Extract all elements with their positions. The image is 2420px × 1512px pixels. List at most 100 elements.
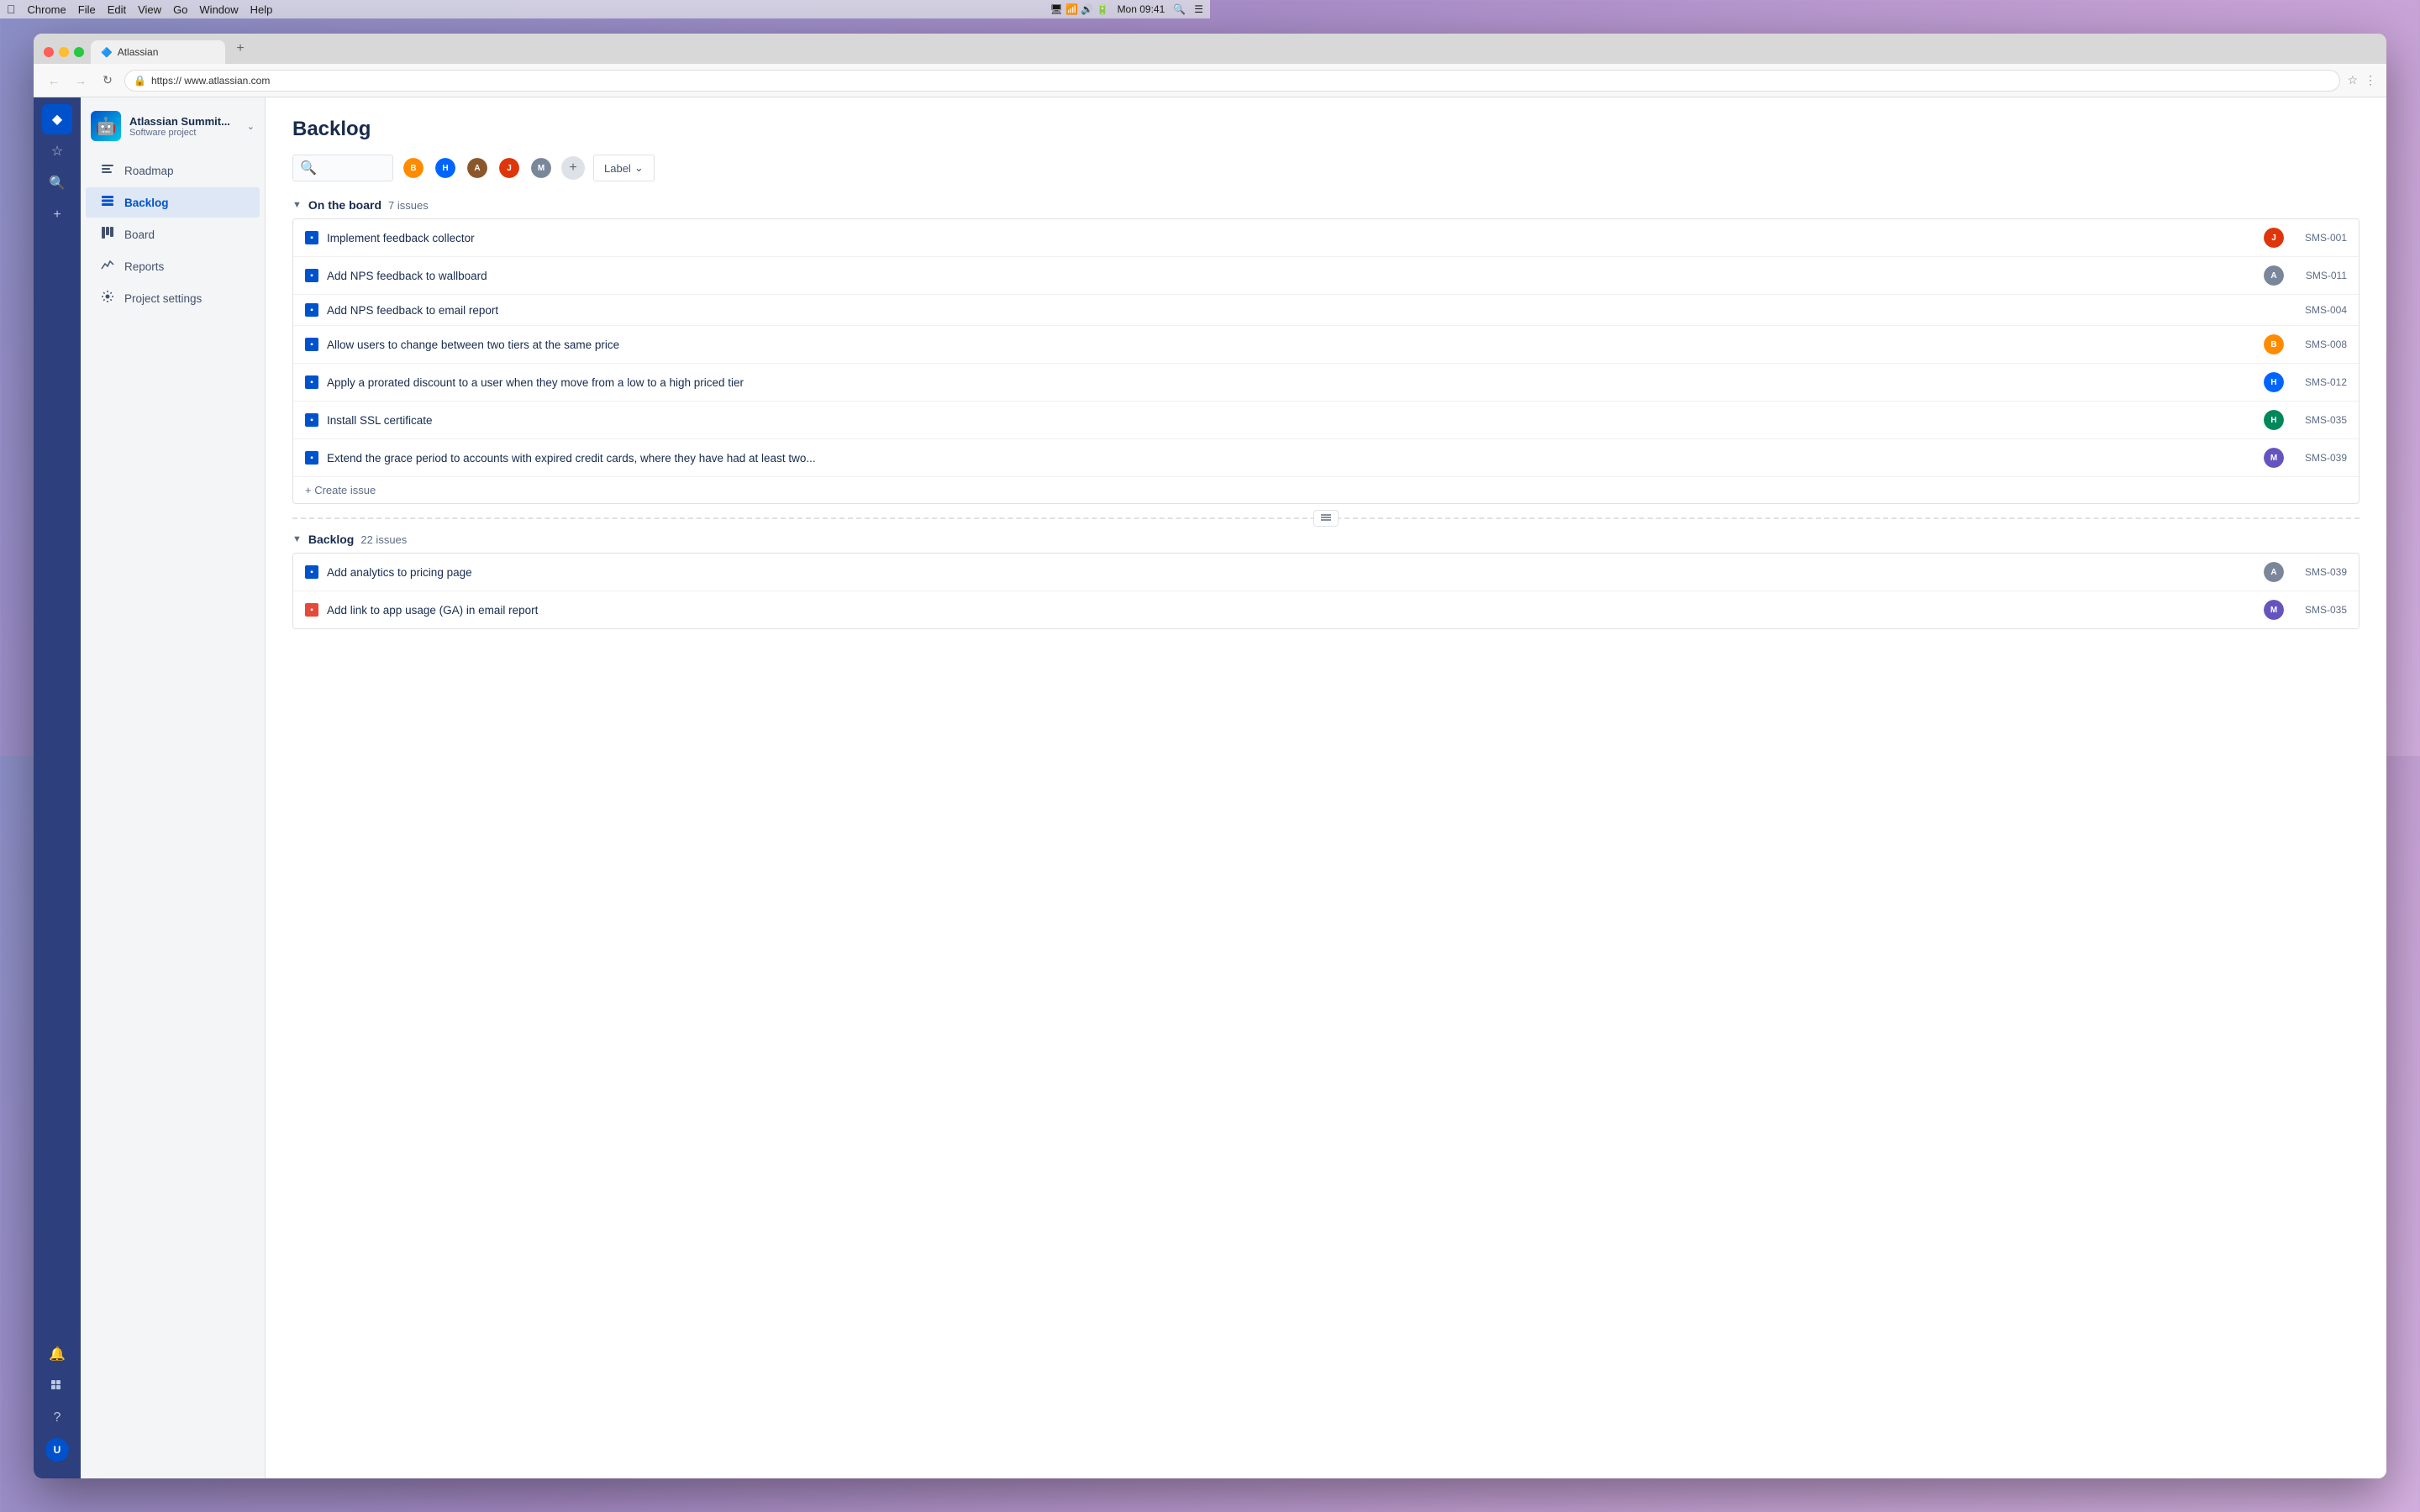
notifications-icon[interactable]: 🔔 bbox=[42, 1339, 72, 1369]
avatar-filter-5[interactable]: M bbox=[529, 156, 553, 180]
forward-button[interactable]: → bbox=[71, 71, 91, 91]
more-options-icon[interactable]: ⋮ bbox=[2365, 73, 2376, 87]
issue-row[interactable]: ▪ Install SSL certificate H SMS-035 bbox=[293, 402, 2359, 439]
section-divider-container bbox=[292, 517, 2360, 519]
project-info: Atlassian Summit... Software project bbox=[129, 115, 239, 138]
backlog-label: Backlog bbox=[124, 197, 169, 209]
search-menubar-icon[interactable]: 🔍 bbox=[1173, 3, 1186, 15]
issue-type-bug-icon: ▪ bbox=[305, 603, 318, 617]
project-type: Software project bbox=[129, 128, 239, 138]
avatar-filter-3[interactable]: A bbox=[466, 156, 489, 180]
nav-backlog[interactable]: Backlog bbox=[86, 187, 260, 218]
menu-help[interactable]: Help bbox=[250, 3, 273, 16]
lock-icon: 🔒 bbox=[134, 75, 146, 87]
issue-id: SMS-001 bbox=[2292, 232, 2347, 244]
issue-summary: Allow users to change between two tiers … bbox=[327, 339, 2255, 351]
menubar-right: 🖥 📶 🔊 🔋 Mon 09:41 🔍 ☰ bbox=[1050, 3, 1204, 15]
create-icon[interactable]: + bbox=[42, 200, 72, 230]
on-the-board-section-header[interactable]: ▼ On the board 7 issues bbox=[292, 198, 2360, 212]
add-filter-avatar-button[interactable]: + bbox=[561, 156, 585, 180]
issue-summary: Implement feedback collector bbox=[327, 232, 2255, 244]
help-icon[interactable]: ? bbox=[42, 1403, 72, 1433]
tab-bar: 🔷 Atlassian + bbox=[34, 34, 2386, 64]
favorites-icon[interactable]: ☆ bbox=[42, 136, 72, 166]
reports-label: Reports bbox=[124, 260, 164, 273]
issue-row[interactable]: ▪ Add NPS feedback to wallboard A SMS-01… bbox=[293, 257, 2359, 295]
issue-id: SMS-012 bbox=[2292, 376, 2347, 388]
issue-row[interactable]: ▪ Extend the grace period to accounts wi… bbox=[293, 439, 2359, 477]
issue-row[interactable]: ▪ Implement feedback collector J SMS-001 bbox=[293, 219, 2359, 257]
issue-type-story-icon: ▪ bbox=[305, 451, 318, 465]
project-avatar: 🤖 bbox=[91, 111, 121, 141]
create-issue-button[interactable]: + Create issue bbox=[293, 477, 2359, 503]
url-text: https:// www.atlassian.com bbox=[151, 75, 270, 87]
menu-file[interactable]: File bbox=[78, 3, 96, 16]
issue-row[interactable]: ▪ Add analytics to pricing page A SMS-03… bbox=[293, 554, 2359, 591]
label-filter-button[interactable]: Label ⌄ bbox=[593, 155, 655, 181]
avatar-filter-4[interactable]: J bbox=[497, 156, 521, 180]
traffic-lights bbox=[40, 47, 91, 64]
project-chevron-icon: ⌄ bbox=[247, 121, 255, 132]
nav-roadmap[interactable]: Roadmap bbox=[86, 155, 260, 186]
back-button[interactable]: ← bbox=[44, 71, 64, 91]
issue-assignee: H bbox=[2264, 372, 2284, 392]
reports-icon bbox=[99, 258, 116, 275]
search-input-icon: 🔍 bbox=[300, 160, 317, 176]
issue-type-story-icon: ▪ bbox=[305, 231, 318, 244]
avatar-filter-2[interactable]: H bbox=[434, 156, 457, 180]
issue-assignee: J bbox=[2264, 228, 2284, 248]
issue-summary: Extend the grace period to accounts with… bbox=[327, 452, 2255, 465]
address-field[interactable]: 🔒 https:// www.atlassian.com bbox=[124, 70, 2340, 92]
issue-type-story-icon: ▪ bbox=[305, 269, 318, 282]
issue-row[interactable]: ▪ Add link to app usage (GA) in email re… bbox=[293, 591, 2359, 628]
apple-menu[interactable]:  bbox=[7, 3, 16, 16]
backlog-section-header[interactable]: ▼ Backlog 22 issues bbox=[292, 533, 2360, 546]
address-bar: ← → ↻ 🔒 https:// www.atlassian.com ☆ ⋮ bbox=[34, 64, 2386, 97]
menu-go[interactable]: Go bbox=[173, 3, 187, 16]
bookmark-icon[interactable]: ☆ bbox=[2347, 73, 2358, 87]
search-box[interactable]: 🔍 bbox=[292, 155, 393, 181]
divider-handle[interactable] bbox=[1313, 510, 1339, 527]
nav-board[interactable]: Board bbox=[86, 219, 260, 249]
clock: Mon 09:41 bbox=[1118, 3, 1165, 15]
issue-id: SMS-035 bbox=[2292, 604, 2347, 616]
home-icon[interactable]: ◆ bbox=[42, 104, 72, 134]
menu-edit[interactable]: Edit bbox=[108, 3, 126, 16]
new-tab-button[interactable]: + bbox=[229, 37, 252, 60]
project-sidebar: 🤖 Atlassian Summit... Software project ⌄… bbox=[81, 97, 266, 1478]
filters-row: 🔍 B H A J M + bbox=[292, 155, 2360, 181]
issue-row[interactable]: ▪ Apply a prorated discount to a user wh… bbox=[293, 364, 2359, 402]
close-button[interactable] bbox=[44, 47, 54, 57]
issue-row[interactable]: ▪ Add NPS feedback to email report SMS-0… bbox=[293, 295, 2359, 326]
menu-window[interactable]: Window bbox=[199, 3, 238, 16]
board-icon bbox=[99, 226, 116, 243]
nav-reports[interactable]: Reports bbox=[86, 251, 260, 281]
nav-project-settings[interactable]: Project settings bbox=[86, 283, 260, 313]
app-body: ◆ ☆ 🔍 + 🔔 ​ ? U bbox=[34, 97, 2386, 1478]
system-icons: 🖥 📶 🔊 🔋 bbox=[1050, 3, 1109, 15]
menu-chrome[interactable]: Chrome bbox=[28, 3, 66, 16]
control-center-icon[interactable]: ☰ bbox=[1194, 3, 1203, 15]
label-chevron-icon: ⌄ bbox=[634, 161, 644, 175]
issue-row[interactable]: ▪ Allow users to change between two tier… bbox=[293, 326, 2359, 364]
issue-type-story-icon: ▪ bbox=[305, 338, 318, 351]
minimize-button[interactable] bbox=[59, 47, 69, 57]
search-icon[interactable]: 🔍 bbox=[42, 168, 72, 198]
issue-id: SMS-004 bbox=[2292, 304, 2347, 316]
backlog-section-count: 22 issues bbox=[360, 533, 407, 546]
backlog-icon bbox=[99, 194, 116, 211]
apps-icon[interactable]: ​ bbox=[42, 1371, 72, 1401]
browser-tab[interactable]: 🔷 Atlassian bbox=[91, 40, 225, 64]
menubar-left:  Chrome File Edit View Go Window Help bbox=[7, 3, 272, 16]
issue-id: SMS-035 bbox=[2292, 414, 2347, 426]
menu-view[interactable]: View bbox=[138, 3, 161, 16]
profile-icon[interactable]: U bbox=[42, 1435, 72, 1465]
project-header[interactable]: 🤖 Atlassian Summit... Software project ⌄ bbox=[81, 97, 265, 155]
avatar-filter-1[interactable]: B bbox=[402, 156, 425, 180]
issue-assignee: B bbox=[2264, 334, 2284, 354]
reload-button[interactable]: ↻ bbox=[97, 71, 118, 91]
backlog-issue-list: ▪ Add analytics to pricing page A SMS-03… bbox=[292, 553, 2360, 629]
settings-icon bbox=[99, 290, 116, 307]
maximize-button[interactable] bbox=[74, 47, 84, 57]
issue-summary: Add analytics to pricing page bbox=[327, 566, 2255, 579]
